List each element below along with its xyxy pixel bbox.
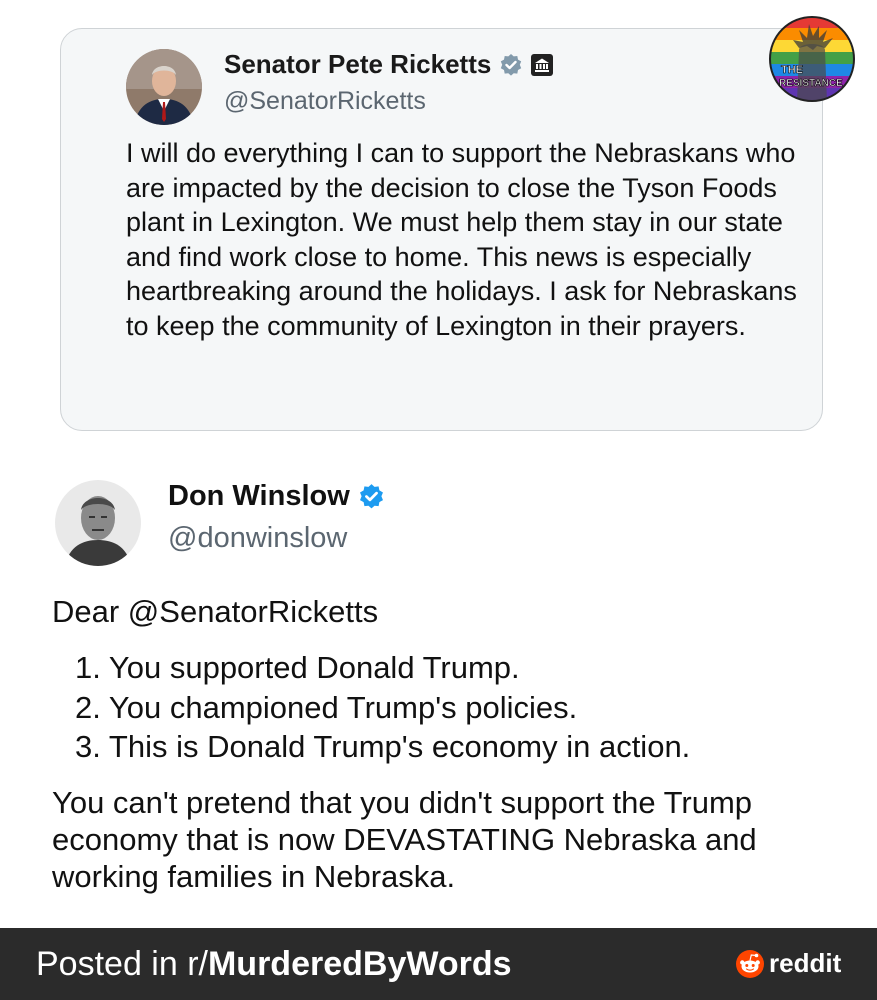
reply-salutation: Dear @SenatorRicketts (52, 594, 379, 629)
resistance-logo-badge: THE RESISTANCE (769, 16, 855, 102)
reply-author-handle[interactable]: @donwinslow (168, 522, 347, 555)
reddit-logo: reddit (736, 948, 841, 979)
quoted-author-handle[interactable]: @SenatorRicketts (224, 87, 426, 116)
reddit-wordmark: reddit (769, 948, 842, 978)
reply-numbered-list: 1. You supported Donald Trump. 2. You ch… (75, 648, 690, 767)
quoted-tweet-text: I will do everything I can to support th… (126, 138, 797, 341)
list-item: 1. You supported Donald Trump. (75, 650, 520, 685)
reply-author-name-row: Don Winslow (168, 480, 385, 513)
government-building-icon (531, 53, 554, 76)
reply-closing-text: You can't pretend that you didn't suppor… (52, 785, 757, 894)
quoted-tweet-card[interactable]: Senator Pete Ricketts @SenatorRicketts I… (60, 28, 823, 431)
reddit-snoo-icon (736, 949, 764, 978)
posted-in-prefix: Posted in r/ (36, 945, 208, 983)
quoted-author-name[interactable]: Senator Pete Ricketts (224, 49, 491, 80)
posted-in-label[interactable]: Posted in r/MurderedByWords (36, 945, 512, 984)
verified-badge-gray-icon (499, 53, 523, 77)
ricketts-avatar[interactable] (126, 49, 202, 125)
verified-badge-blue-icon (358, 483, 385, 510)
list-item: 2. You championed Trump's policies. (75, 689, 578, 725)
subreddit-name[interactable]: MurderedByWords (208, 945, 512, 983)
badge-line1: THE (781, 64, 803, 76)
quoted-author-name-row: Senator Pete Ricketts (224, 49, 554, 80)
winslow-avatar[interactable] (55, 480, 141, 566)
reply-author-name[interactable]: Don Winslow (168, 480, 350, 513)
list-item: 3. This is Donald Trump's economy in act… (75, 729, 691, 764)
reddit-footer-bar: Posted in r/MurderedByWords reddit (0, 928, 877, 1000)
badge-line2: RESISTANCE (779, 78, 843, 89)
